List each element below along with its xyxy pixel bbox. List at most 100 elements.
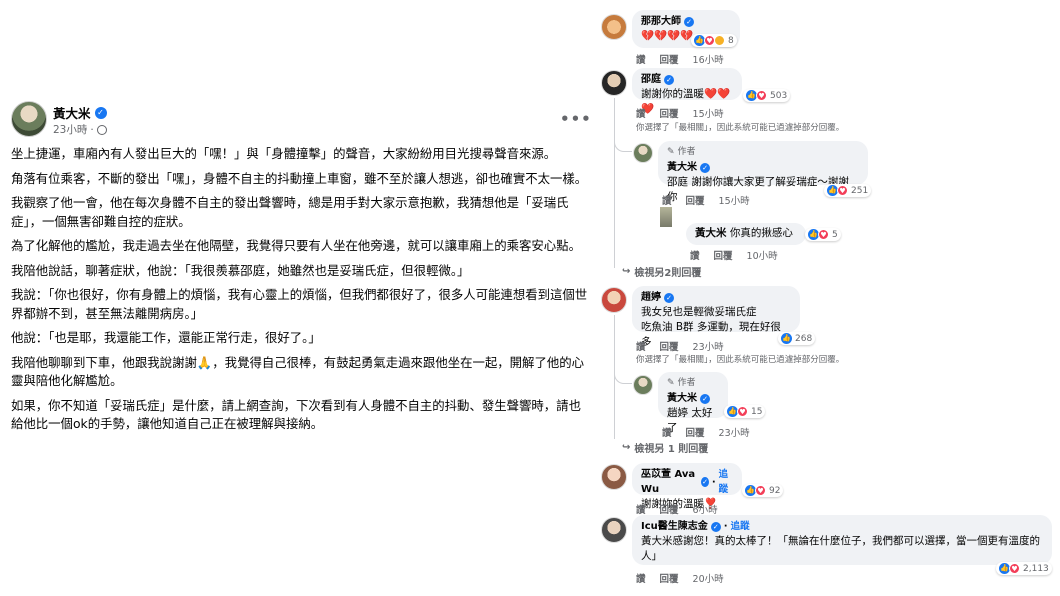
comment-time[interactable]: 20小時 — [693, 571, 724, 585]
post: 黃大米 ✓ 23小時 · ••• 坐上捷運，車廂內有人發出巨大的「嘿！」與「身體… — [0, 0, 600, 596]
comment-time[interactable]: 23小時 — [693, 339, 724, 353]
verified-badge-icon: ✓ — [94, 106, 107, 119]
reply-button[interactable]: 回覆 — [660, 52, 679, 66]
like-button[interactable]: 讚 — [636, 52, 646, 66]
verified-badge-icon: ✓ — [664, 292, 674, 303]
commenter-avatar[interactable] — [601, 14, 627, 40]
follow-button[interactable]: 追蹤 — [719, 467, 733, 497]
reply-button[interactable]: 回覆 — [660, 106, 679, 120]
care-reaction-icon — [714, 35, 725, 46]
like-button[interactable]: 讚 — [636, 339, 646, 353]
post-meta: 23小時 · — [53, 122, 107, 137]
post-paragraph: 為了化解他的尷尬，我走過去坐在他隔壁，我覺得只要有人坐在他旁邊，就可以讓車廂上的… — [11, 238, 581, 253]
post-paragraph: 我陪他說話，聊著症狀，他說：「我很羨慕邵庭，她雖然也是妥瑞氏症，但很輕微。」 — [11, 262, 470, 278]
reply-name[interactable]: 黃大米 — [667, 391, 697, 406]
reply-arrow-icon: ↪ — [622, 266, 631, 277]
post-author-avatar[interactable] — [11, 101, 47, 137]
love-reaction-icon: ♥ — [756, 90, 767, 101]
reply-button[interactable]: 回覆 — [714, 248, 733, 262]
like-button[interactable]: 讚 — [636, 571, 646, 585]
reaction-count[interactable]: 👍 ♥ 92 — [742, 484, 784, 497]
like-button[interactable]: 讚 — [636, 106, 646, 120]
author-tag: 作者 — [677, 378, 696, 388]
like-button[interactable]: 讚 — [636, 502, 646, 516]
comment-bubble: 巫苡萱 Ava Wu ✓ · 追蹤 謝謝妳的溫暖❣️ — [632, 463, 742, 510]
reaction-count[interactable]: 👍 ♥ 8 — [691, 34, 737, 47]
reply-button[interactable]: 回覆 — [686, 193, 705, 207]
comment-bubble: 趙婷 ✓ 我女兒也是輕微妥瑞氏症 吃魚油 B群 多運動，現在好很多 — [632, 286, 800, 348]
like-button[interactable]: 讚 — [690, 248, 700, 262]
follow-button[interactable]: 追蹤 — [731, 519, 750, 534]
commenter-avatar[interactable] — [601, 70, 627, 96]
reply-time[interactable]: 23小時 — [719, 425, 750, 439]
view-more-replies[interactable]: ↪ 檢視另 1 則回覆 — [622, 440, 708, 455]
reply-button[interactable]: 回覆 — [660, 339, 679, 353]
reply-time[interactable]: 10小時 — [747, 248, 778, 262]
post-paragraph: 我說：「你也很好，你有身體上的煩惱，我有心靈上的煩惱，但我們都很好了，很多人可能… — [11, 287, 588, 321]
post-author-name[interactable]: 黃大米 — [53, 103, 91, 122]
comment-time[interactable]: 15小時 — [693, 106, 724, 120]
reply-bubble: ✎ 作者 黃大米 ✓ 趙婷 太好了 — [658, 372, 728, 434]
like-button[interactable]: 讚 — [662, 193, 672, 207]
pencil-icon: ✎ — [667, 378, 675, 388]
love-reaction-icon: ♥ — [755, 485, 766, 496]
reply-text: 你真的揪感心 — [729, 227, 793, 239]
reply-bubble: ✎ 作者 黃大米 ✓ 邵庭 謝謝你讓大家更了解妥瑞症～謝謝你 — [658, 141, 868, 203]
verified-badge-icon: ✓ — [710, 521, 721, 532]
love-reaction-icon: ♥ — [818, 229, 829, 240]
commenter-name[interactable]: 邵庭 — [641, 72, 661, 87]
post-author[interactable]: 黃大米 ✓ — [53, 103, 107, 122]
love-reaction-icon: ♥ — [737, 406, 748, 417]
verified-badge-icon: ✓ — [701, 477, 709, 487]
comments-panel: 那那大師 ✓ 💔💔💔💔 👍 ♥ 8 讚 回覆 16小時 邵庭 ✓ 謝謝你的溫暖❤️❤️… — [596, 0, 1060, 596]
reply-button[interactable]: 回覆 — [660, 571, 679, 585]
verified-badge-icon: ✓ — [664, 74, 674, 85]
post-paragraph: 如果，你不知道「妥瑞氏症」是什麼，請上網查詢，下次看到有人身體不自主的抖動、發生… — [11, 397, 581, 432]
more-options-button[interactable]: ••• — [560, 110, 592, 128]
verified-badge-icon: ✓ — [700, 393, 710, 404]
commenter-name[interactable]: 巫苡萱 Ava Wu — [641, 467, 698, 497]
like-reaction-icon: 👍 — [781, 333, 792, 344]
reaction-count[interactable]: 👍 268 — [778, 332, 816, 345]
reply-avatar[interactable] — [633, 375, 653, 395]
comment-bubble: 邵庭 ✓ 謝謝你的溫暖❤️❤️❤️ — [632, 68, 742, 115]
view-more-replies[interactable]: ↪ 檢視另2則回覆 — [622, 264, 701, 279]
love-reaction-icon: ♥ — [1009, 563, 1020, 574]
comment-bubble: Icu醫生陳志金 ✓ · 追蹤 黃大米感謝您！真的太棒了！「無論在什麼位子，我們都可以… — [632, 515, 1052, 565]
attachment-thumbnail[interactable] — [660, 207, 672, 227]
comment-time[interactable]: 6小時 — [693, 502, 718, 516]
post-paragraph: 坐上捷運，車廂內有人發出巨大的「嘿！」與「身體撞擊」的聲音，大家紛紛用目光搜尋聲… — [11, 146, 557, 161]
post-time[interactable]: 23小時 — [53, 122, 87, 137]
reaction-count[interactable]: 👍 ♥ 5 — [805, 228, 841, 241]
reaction-count[interactable]: 👍 ♥ 503 — [743, 89, 791, 102]
post-paragraph: 角落有位乘客，不斷的發出「嘿」，身體不自主的抖動撞上車窗，雖不至於讓人想逃，卻也… — [11, 170, 588, 186]
filter-notice: 你選擇了「最相關」，因此系統可能已過濾掉部分回覆。 — [636, 355, 845, 365]
post-paragraph: 他說：「也是耶，我還能工作，還能正常行走，很好了。」 — [11, 330, 321, 345]
thread-hook — [614, 140, 632, 152]
commenter-name[interactable]: 那那大師 — [641, 14, 681, 29]
commenter-avatar[interactable] — [601, 287, 627, 313]
reply-name[interactable]: 黃大米 — [667, 160, 697, 175]
comment-time[interactable]: 16小時 — [693, 52, 724, 66]
filter-notice: 你選擇了「最相關」，因此系統可能已過濾掉部分回覆。 — [636, 123, 845, 133]
post-paragraph: 我陪他聊聊到下車，他跟我說謝謝🙏，我覺得自己很棒，有鼓起勇氣走過來跟他坐在一起，… — [11, 354, 585, 389]
post-body: 坐上捷運，車廂內有人發出巨大的「嘿！」與「身體撞擊」的聲音，大家紛紛用目光搜尋聲… — [11, 145, 591, 440]
commenter-avatar[interactable] — [601, 464, 627, 490]
post-paragraph: 我觀察了他一會，他在每次身體不自主的發出聲響時，總是用手對大家示意抱歉，我猜想他… — [11, 195, 569, 229]
reply-arrow-icon: ↪ — [622, 442, 631, 453]
reply-button[interactable]: 回覆 — [660, 502, 679, 516]
reaction-count[interactable]: 👍 ♥ 2,113 — [996, 562, 1052, 575]
reaction-count[interactable]: 👍 ♥ 15 — [724, 405, 766, 418]
commenter-name[interactable]: Icu醫生陳志金 — [641, 519, 708, 534]
verified-badge-icon: ✓ — [684, 16, 694, 27]
author-tag: 作者 — [677, 147, 696, 157]
reaction-count[interactable]: 👍 ♥ 251 — [824, 184, 872, 197]
commenter-name[interactable]: 趙婷 — [641, 290, 661, 305]
verified-badge-icon: ✓ — [700, 162, 710, 173]
commenter-avatar[interactable] — [601, 517, 627, 543]
reply-time[interactable]: 15小時 — [719, 193, 750, 207]
reply-name[interactable]: 黃大米 — [695, 227, 727, 239]
like-button[interactable]: 讚 — [662, 425, 672, 439]
reply-avatar[interactable] — [633, 143, 653, 163]
reply-button[interactable]: 回覆 — [686, 425, 705, 439]
